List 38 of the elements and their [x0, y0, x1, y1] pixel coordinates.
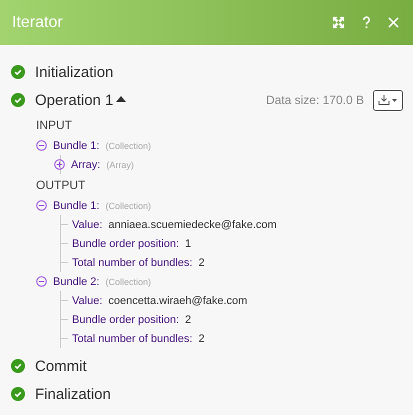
tree-key: Total number of bundles:	[72, 332, 192, 344]
tree-value: 2	[185, 314, 192, 326]
type-label: (Collection)	[105, 200, 151, 210]
stage-label: Finalization	[35, 386, 111, 402]
tree-value: 2	[198, 332, 205, 344]
tree-key: Bundle order position:	[72, 314, 180, 326]
caret-up-icon[interactable]	[116, 96, 126, 102]
window-title: Iterator	[12, 14, 63, 32]
stage-label: Operation 1	[35, 92, 114, 108]
tree-key: Array:	[71, 158, 100, 170]
collapse-icon[interactable]	[36, 276, 47, 287]
type-label: (Collection)	[105, 276, 151, 286]
tree-value: 2	[198, 256, 205, 268]
tree-key: Value:	[72, 218, 102, 230]
help-icon[interactable]	[362, 16, 371, 29]
tree-key: Bundle order position:	[72, 238, 180, 250]
collapse-icon[interactable]	[36, 140, 47, 151]
section-title: INPUT	[36, 117, 73, 134]
section-title: OUTPUT	[36, 177, 86, 194]
tree-key: Value:	[72, 294, 102, 306]
type-label: (Collection)	[105, 140, 151, 150]
stage-label: Commit	[35, 358, 87, 374]
tree-value: coencetta.wiraeh@fake.com	[108, 294, 248, 306]
download-icon	[378, 94, 398, 106]
close-icon[interactable]	[388, 17, 399, 28]
data-size-label: Data size: 170.0 B	[266, 93, 364, 107]
type-label: (Array)	[106, 160, 134, 170]
expand-icon[interactable]	[54, 159, 65, 170]
expand-icon[interactable]	[332, 16, 345, 29]
tree-value: 1	[185, 238, 192, 250]
tree-key: Bundle 1:	[53, 140, 100, 152]
tree-key: Bundle 2:	[53, 276, 100, 288]
tree-value: anniaea.scuemiedecke@fake.com	[108, 218, 277, 230]
stage-label: Initialization	[35, 64, 114, 80]
tree-key: Total number of bundles:	[72, 256, 192, 268]
download-button[interactable]	[373, 90, 403, 110]
collapse-icon[interactable]	[36, 200, 47, 211]
tree-key: Bundle 1:	[53, 200, 100, 212]
